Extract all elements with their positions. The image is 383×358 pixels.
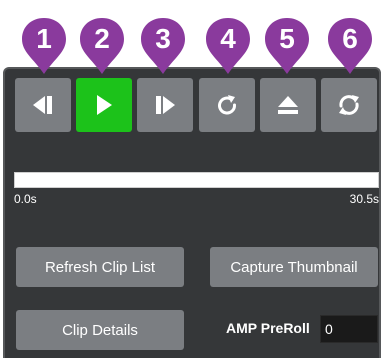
refresh-clip-list-button[interactable]: Refresh Clip List xyxy=(16,247,184,287)
step-forward-icon xyxy=(156,96,175,114)
step-forward-button[interactable] xyxy=(137,78,193,132)
timeline-scrubber[interactable] xyxy=(14,172,379,188)
step-back-button[interactable] xyxy=(15,78,71,132)
refresh-icon xyxy=(339,95,359,115)
callout-marker-3: 3 xyxy=(139,16,187,76)
refresh-button[interactable] xyxy=(321,78,377,132)
callout-marker-5: 5 xyxy=(263,16,311,76)
play-icon xyxy=(97,95,112,115)
step-back-icon xyxy=(33,96,52,114)
callout-number: 2 xyxy=(94,23,110,54)
callout-number: 3 xyxy=(155,23,171,54)
callout-number: 6 xyxy=(342,23,358,54)
callout-marker-2: 2 xyxy=(78,16,126,76)
callout-number: 4 xyxy=(220,23,236,54)
clip-details-button[interactable]: Clip Details xyxy=(16,310,184,350)
timeline-start-time: 0.0s xyxy=(14,192,37,206)
callout-marker-4: 4 xyxy=(204,16,252,76)
callout-number: 5 xyxy=(279,23,295,54)
clip-player-widget: 1 2 3 4 5 6 0.0s 30.5s Refresh Clip List… xyxy=(0,0,383,358)
loop-icon xyxy=(218,95,236,115)
play-button[interactable] xyxy=(76,78,132,132)
amp-preroll-input[interactable] xyxy=(320,315,378,343)
eject-icon xyxy=(278,96,298,114)
amp-preroll-label: AMP PreRoll xyxy=(226,320,310,336)
callout-marker-1: 1 xyxy=(20,16,68,76)
callout-marker-6: 6 xyxy=(326,16,374,76)
loop-button[interactable] xyxy=(199,78,255,132)
callout-number: 1 xyxy=(36,23,52,54)
eject-button[interactable] xyxy=(260,78,316,132)
timeline-end-time: 30.5s xyxy=(349,192,379,206)
capture-thumbnail-button[interactable]: Capture Thumbnail xyxy=(210,247,378,287)
